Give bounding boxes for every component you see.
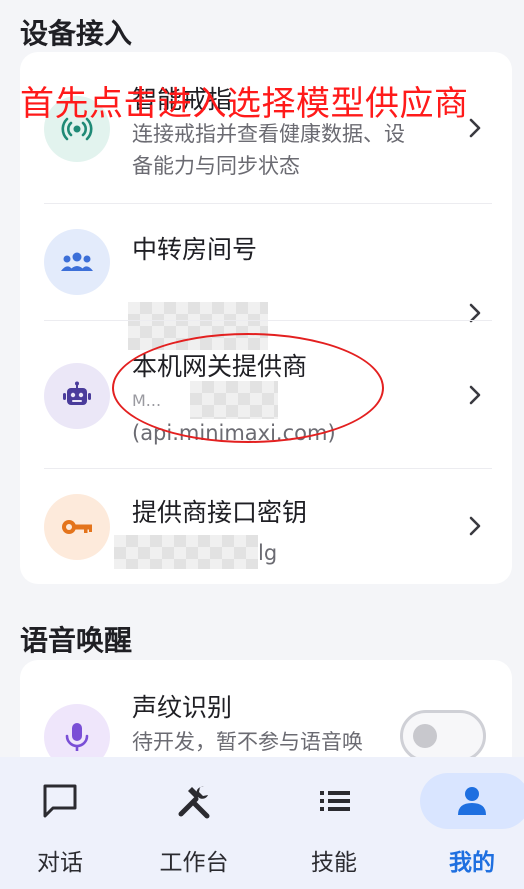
- list-icon: [320, 791, 350, 811]
- nav-tab-me[interactable]: 我的: [412, 773, 524, 883]
- voiceprint-title: 声纹识别: [132, 693, 233, 722]
- nav-label-me: 我的: [449, 850, 495, 876]
- relay-title: 中转房间号: [132, 235, 258, 264]
- ring-subtitle-line2: 备能力与同步状态: [132, 154, 300, 178]
- api-key-row[interactable]: 提供商接口密钥 lg: [20, 469, 512, 584]
- nav-tab-chat[interactable]: 对话: [0, 773, 120, 883]
- section-title-device: 设备接入: [20, 17, 133, 50]
- voiceprint-subtitle: 待开发，暂不参与语音唤: [132, 730, 363, 754]
- apikey-suffix: lg: [258, 541, 278, 565]
- nav-label-chat: 对话: [37, 850, 83, 876]
- apikey-title: 提供商接口密钥: [132, 498, 308, 527]
- relay-room-row[interactable]: 中转房间号: [20, 204, 512, 350]
- robot-icon: [44, 363, 110, 429]
- redacted-apikey-value: [114, 535, 258, 569]
- tools-icon: [178, 786, 210, 819]
- person-icon: [458, 787, 486, 815]
- chevron-right-icon: [469, 385, 481, 405]
- key-icon: [44, 494, 110, 560]
- section-title-voice: 语音唤醒: [20, 624, 133, 657]
- nav-tab-skills[interactable]: 技能: [274, 773, 394, 883]
- nav-label-skills: 技能: [311, 850, 357, 876]
- nav-tab-workbench[interactable]: 工作台: [134, 773, 254, 883]
- toggle-knob: [413, 724, 437, 748]
- nav-label-workbench: 工作台: [159, 850, 229, 876]
- annotation-text: 首先点击进入选择模型供应商: [20, 84, 469, 124]
- chevron-right-icon: [469, 516, 481, 536]
- device-card: 智能戒指 连接戒指并查看健康数据、设 备能力与同步状态 中转房间号 本机网关提供…: [20, 52, 512, 584]
- chat-bubble-icon: [43, 784, 77, 818]
- group-users-icon: [44, 229, 110, 295]
- annotation-ellipse: [112, 333, 384, 443]
- bottom-nav: 对话 工作台 技能 我的: [0, 757, 524, 889]
- smart-ring-row[interactable]: 智能戒指 连接戒指并查看健康数据、设 备能力与同步状态: [20, 52, 512, 202]
- voiceprint-toggle[interactable]: [400, 710, 486, 762]
